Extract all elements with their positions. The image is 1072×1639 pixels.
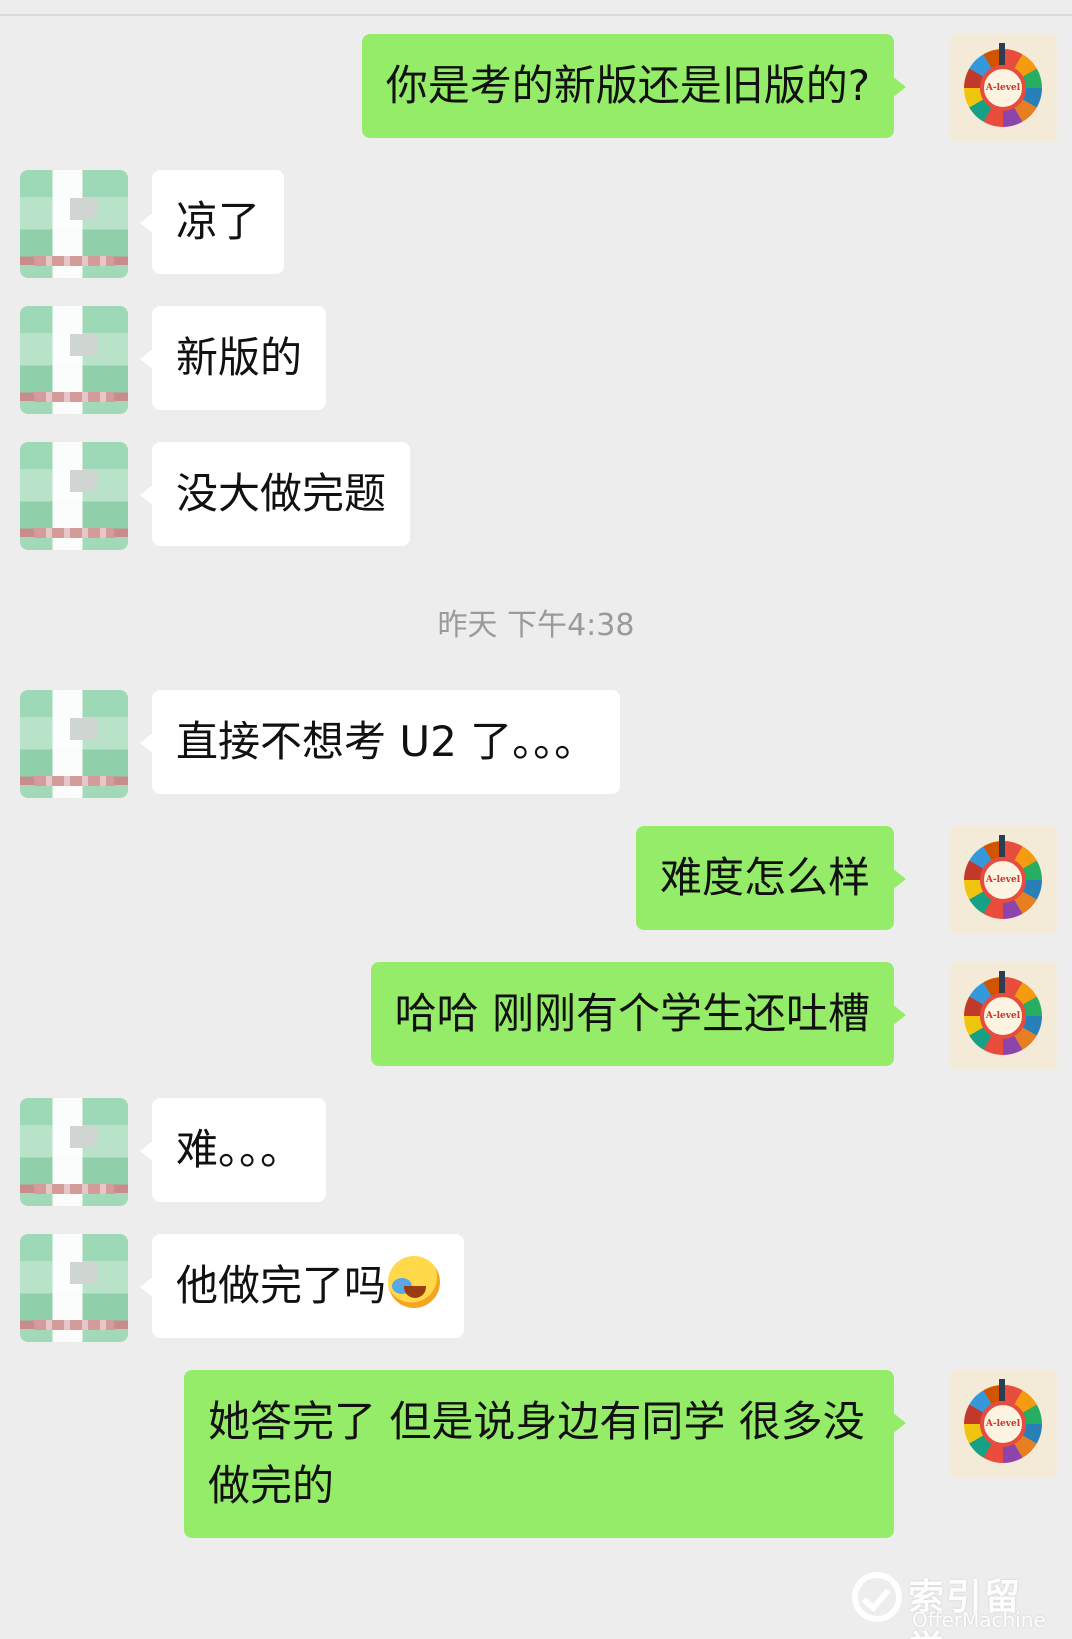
message-bubble-received[interactable]: 新版的: [139, 306, 327, 410]
my-avatar[interactable]: A-level: [949, 1370, 1057, 1478]
message-bubble-received[interactable]: 直接不想考 U2 了。。。: [139, 690, 621, 794]
a-level-logo-icon: A-level: [964, 835, 1042, 919]
watermark: 索引留学 OfferMachine: [852, 1568, 1052, 1639]
a-level-logo-icon: A-level: [964, 1379, 1042, 1463]
offermachine-logo-icon: [852, 1572, 902, 1622]
message-bubble-received[interactable]: 他做完了吗: [139, 1234, 465, 1338]
message-text: 他做完了吗: [176, 1261, 387, 1310]
my-avatar[interactable]: A-level: [949, 34, 1057, 142]
chat-timestamp: 昨天 下午4:38: [437, 608, 635, 643]
contact-avatar[interactable]: [20, 1234, 128, 1342]
watermark-subtitle: OfferMachine: [912, 1608, 1046, 1632]
contact-avatar[interactable]: [20, 306, 128, 414]
contact-avatar[interactable]: [20, 690, 128, 798]
contact-avatar[interactable]: [20, 1098, 128, 1206]
a-level-logo-icon: A-level: [964, 971, 1042, 1055]
top-divider: [0, 14, 1072, 16]
message-bubble-received[interactable]: 难。。。: [139, 1098, 327, 1202]
message-bubble-sent[interactable]: 她答完了 但是说身边有同学 很多没做完的: [184, 1370, 906, 1538]
message-bubble-received[interactable]: 凉了: [139, 170, 285, 274]
contact-avatar[interactable]: [20, 442, 128, 550]
message-bubble-sent[interactable]: 哈哈 刚刚有个学生还吐槽: [370, 962, 907, 1066]
a-level-logo-icon: A-level: [964, 43, 1042, 127]
my-avatar[interactable]: A-level: [949, 962, 1057, 1070]
message-bubble-sent[interactable]: 难度怎么样: [635, 826, 907, 930]
message-bubble-sent[interactable]: 你是考的新版还是旧版的?: [361, 34, 907, 138]
my-avatar[interactable]: A-level: [949, 826, 1057, 934]
message-bubble-received[interactable]: 没大做完题: [139, 442, 411, 546]
contact-avatar[interactable]: [20, 170, 128, 278]
face-with-tears-of-joy-icon: [388, 1256, 441, 1308]
